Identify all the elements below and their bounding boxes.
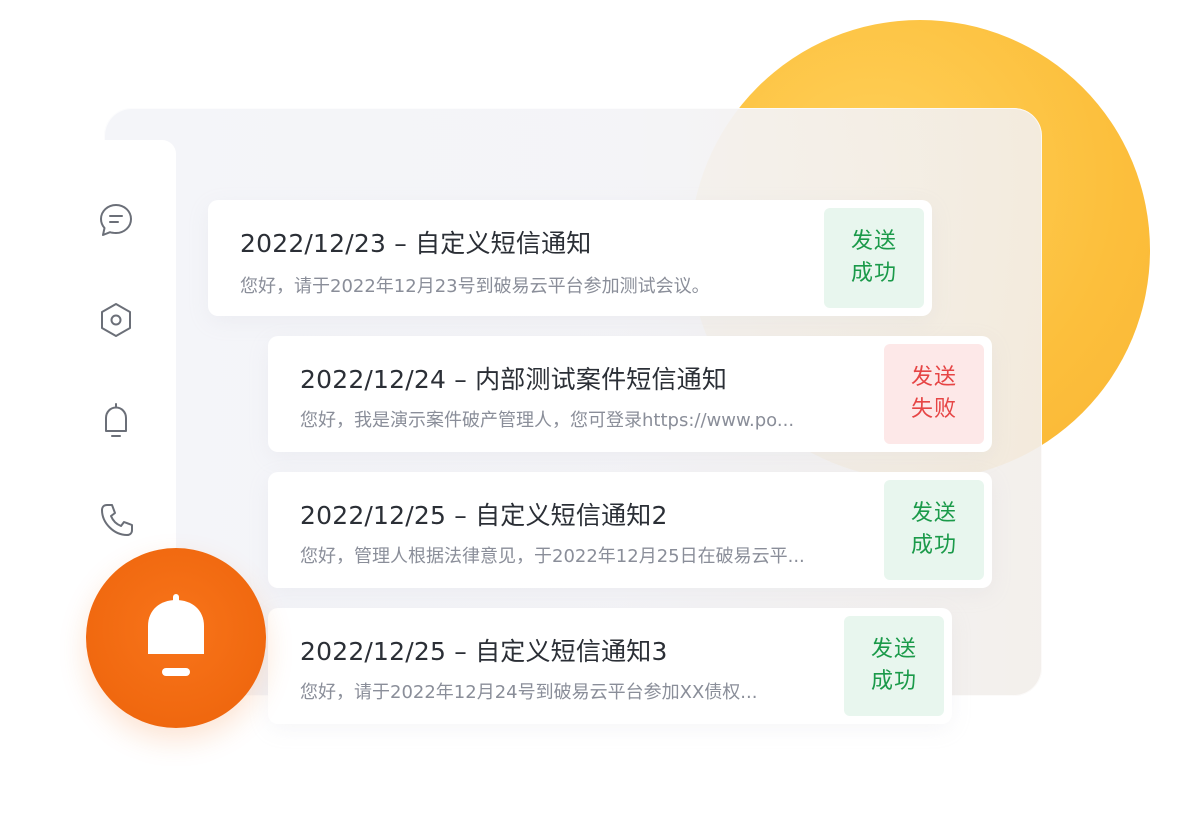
message-title: 2022/12/25 – 自定义短信通知3 — [300, 637, 668, 666]
status-line-1: 发送 — [850, 229, 897, 254]
status-badge: 发送 成功 — [884, 480, 984, 580]
message-card[interactable]: 2022/12/24 – 内部测试案件短信通知 您好，我是演示案件破产管理人，您… — [268, 336, 992, 452]
status-line-2: 成功 — [850, 261, 897, 286]
message-icon[interactable] — [94, 198, 138, 242]
bell-icon — [148, 594, 204, 676]
status-line-2: 成功 — [870, 669, 917, 694]
message-card[interactable]: 2022/12/25 – 自定义短信通知2 您好，管理人根据法律意见，于2022… — [268, 472, 992, 588]
notification-fab-button[interactable] — [86, 548, 266, 728]
status-line-1: 发送 — [910, 501, 957, 526]
message-preview: 您好，管理人根据法律意见，于2022年12月25日在破易云平... — [300, 546, 805, 567]
settings-hexagon-icon[interactable] — [94, 298, 138, 342]
status-line-1: 发送 — [910, 365, 957, 390]
bell-icon[interactable] — [94, 398, 138, 442]
status-badge: 发送 成功 — [844, 616, 944, 716]
status-badge: 发送 成功 — [824, 208, 924, 308]
status-line-2: 失败 — [910, 397, 957, 422]
message-preview: 您好，我是演示案件破产管理人，您可登录https://www.po... — [300, 410, 795, 431]
message-preview: 您好，请于2022年12月23号到破易云平台参加测试会议。 — [240, 276, 710, 297]
status-badge: 发送 失败 — [884, 344, 984, 444]
message-preview: 您好，请于2022年12月24号到破易云平台参加XX债权... — [300, 682, 758, 703]
message-title: 2022/12/25 – 自定义短信通知2 — [300, 501, 668, 530]
message-title: 2022/12/23 – 自定义短信通知 — [240, 229, 592, 258]
message-card[interactable]: 2022/12/25 – 自定义短信通知3 您好，请于2022年12月24号到破… — [268, 608, 952, 724]
message-card[interactable]: 2022/12/23 – 自定义短信通知 您好，请于2022年12月23号到破易… — [208, 200, 932, 316]
message-title: 2022/12/24 – 内部测试案件短信通知 — [300, 365, 728, 394]
phone-icon[interactable] — [94, 498, 138, 542]
status-line-2: 成功 — [910, 533, 957, 558]
status-line-1: 发送 — [870, 637, 917, 662]
